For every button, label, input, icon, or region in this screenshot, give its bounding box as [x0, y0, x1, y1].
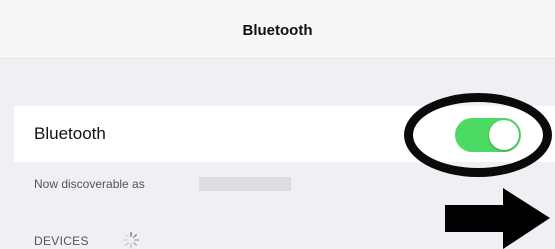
right-arrow-icon [445, 188, 550, 249]
highlight-circle-annotation [404, 93, 552, 177]
bluetooth-settings-screen: Bluetooth Bluetooth Now discoverable as … [0, 0, 555, 249]
bluetooth-label: Bluetooth [34, 124, 106, 143]
discoverable-text: Now discoverable as [34, 177, 145, 191]
redacted-device-name [199, 177, 291, 191]
activity-spinner-icon [122, 231, 140, 249]
navigation-bar: Bluetooth [0, 0, 555, 59]
page-title: Bluetooth [242, 22, 313, 39]
devices-section-header: DEVICES [34, 234, 89, 248]
